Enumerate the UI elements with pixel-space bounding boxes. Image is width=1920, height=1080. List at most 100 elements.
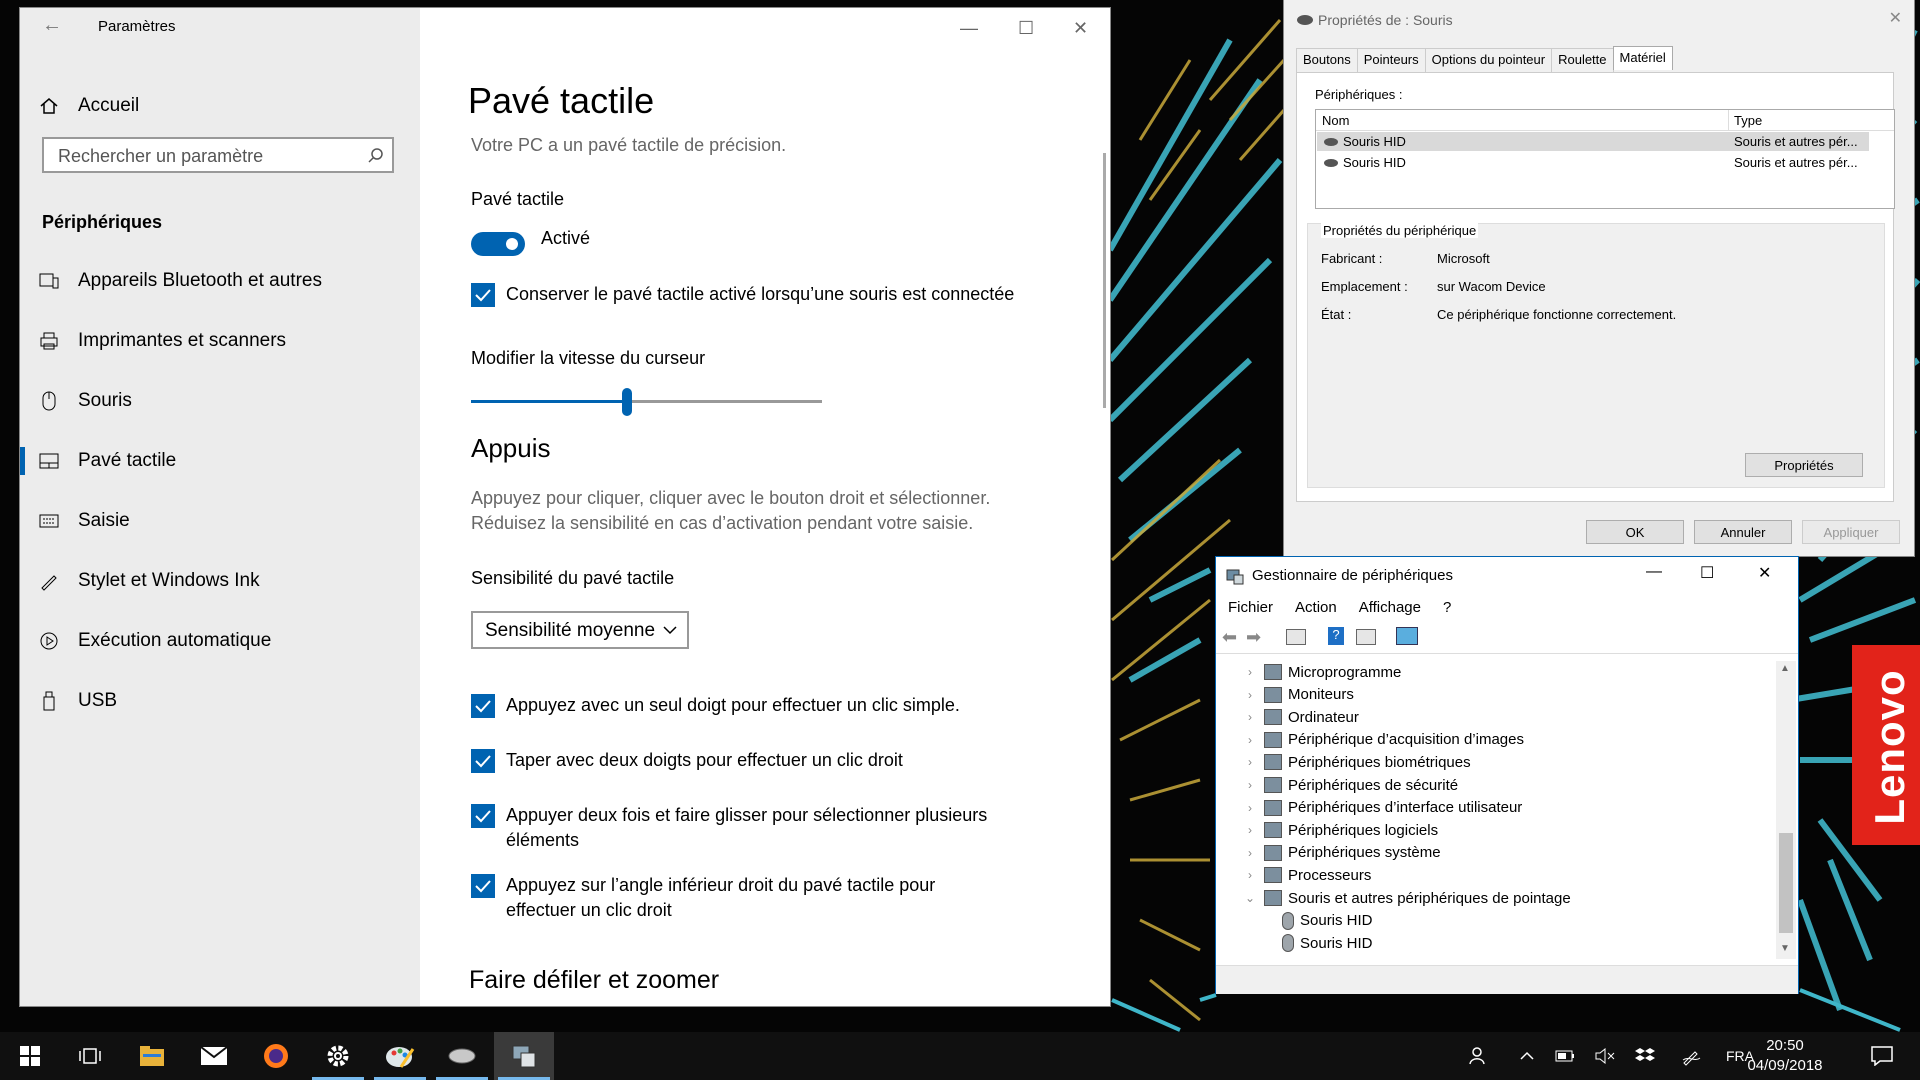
dropbox-icon[interactable]: [1630, 1032, 1660, 1080]
sidebar-item-autoplay[interactable]: Exécution automatique: [38, 621, 271, 661]
sidebar-item-mouse[interactable]: Souris: [38, 381, 132, 421]
close-button[interactable]: ✕: [1758, 563, 1771, 583]
clock[interactable]: 20:50 04/09/2018: [1740, 1036, 1830, 1076]
menu-view[interactable]: Affichage: [1359, 599, 1421, 616]
maximize-button[interactable]: ☐: [1700, 563, 1714, 583]
back-arrow-icon[interactable]: ←: [42, 14, 62, 37]
mouse-properties-taskbar-button[interactable]: [432, 1032, 492, 1080]
chevron-right-icon[interactable]: ›: [1242, 733, 1258, 747]
close-button[interactable]: ✕: [1889, 8, 1902, 28]
properties-icon[interactable]: [1356, 629, 1376, 645]
chevron-right-icon[interactable]: ›: [1242, 665, 1258, 679]
table-row[interactable]: Souris HID Souris et autres pér...: [1317, 132, 1869, 151]
sidebar-item-bluetooth[interactable]: Appareils Bluetooth et autres: [38, 261, 322, 301]
help-icon[interactable]: ?: [1328, 627, 1344, 645]
sidebar-item-pen[interactable]: Stylet et Windows Ink: [38, 561, 260, 601]
show-hide-tree-icon[interactable]: [1286, 629, 1306, 645]
sidebar-item-typing[interactable]: Saisie: [38, 501, 130, 541]
tap-option-checkbox[interactable]: [471, 749, 495, 773]
ok-button[interactable]: OK: [1586, 520, 1684, 544]
nav-home[interactable]: Accueil: [38, 86, 139, 126]
tree-label: Processeurs: [1288, 866, 1372, 884]
device-category[interactable]: › Périphériques de sécurité: [1242, 774, 1458, 796]
apply-button[interactable]: Appliquer: [1802, 520, 1900, 544]
tap-option-checkbox[interactable]: [471, 694, 495, 718]
device-category[interactable]: › Ordinateur: [1242, 706, 1359, 728]
tab-hardware[interactable]: Matériel: [1612, 46, 1673, 70]
sidebar-item-printers[interactable]: Imprimantes et scanners: [38, 321, 286, 361]
menu-help[interactable]: ?: [1443, 599, 1451, 616]
keep-on-checkbox[interactable]: [471, 283, 495, 307]
device-manager-taskbar-button[interactable]: [494, 1032, 554, 1080]
search-icon: [368, 147, 384, 168]
touchpad-toggle[interactable]: [471, 232, 525, 256]
device-category[interactable]: › Moniteurs: [1242, 684, 1354, 706]
device-category[interactable]: › Périphérique d’acquisition d’images: [1242, 729, 1524, 751]
scroll-down-icon[interactable]: ▼: [1780, 943, 1790, 954]
scrollbar[interactable]: [1103, 153, 1106, 408]
people-icon[interactable]: [1462, 1032, 1496, 1080]
group-title: Propriétés du périphérique: [1321, 223, 1479, 238]
device-category[interactable]: › Processeurs: [1242, 864, 1371, 886]
device-category[interactable]: › Microprogramme: [1242, 661, 1401, 683]
device-category[interactable]: › Périphériques système: [1242, 842, 1441, 864]
checkmark-icon: [475, 755, 491, 768]
device-properties-button[interactable]: Propriétés: [1745, 453, 1863, 477]
scroll-thumb[interactable]: [1779, 833, 1793, 933]
sidebar-item-touchpad[interactable]: Pavé tactile: [38, 441, 176, 481]
paint-taskbar-button[interactable]: [370, 1032, 430, 1080]
column-header[interactable]: Nom: [1322, 113, 1349, 128]
column-header[interactable]: Type: [1734, 113, 1762, 128]
chevron-right-icon[interactable]: ›: [1242, 801, 1258, 815]
tab-buttons[interactable]: Boutons: [1296, 48, 1358, 72]
scan-hardware-icon[interactable]: [1396, 627, 1418, 645]
chevron-right-icon[interactable]: ›: [1242, 755, 1258, 769]
chevron-right-icon[interactable]: ›: [1242, 846, 1258, 860]
sidebar-item-usb[interactable]: USB: [38, 681, 117, 721]
device-category[interactable]: ⌄ Souris et autres périphériques de point…: [1242, 887, 1571, 909]
mouse-properties-dialog: Propriétés de : Souris ✕ Boutons Pointeu…: [1284, 0, 1914, 556]
device-category[interactable]: › Périphériques logiciels: [1242, 819, 1438, 841]
chevron-right-icon[interactable]: ›: [1242, 778, 1258, 792]
sensitivity-dropdown[interactable]: Sensibilité moyenne: [471, 611, 689, 649]
chevron-up-icon[interactable]: [1512, 1032, 1542, 1080]
device-item[interactable]: Souris HID: [1276, 932, 1373, 954]
chevron-right-icon[interactable]: ›: [1242, 868, 1258, 882]
chevron-down-icon[interactable]: ⌄: [1242, 891, 1258, 905]
device-category[interactable]: › Périphériques biométriques: [1242, 751, 1471, 773]
cancel-button[interactable]: Annuler: [1694, 520, 1792, 544]
device-category[interactable]: › Périphériques d’interface utilisateur: [1242, 797, 1522, 819]
device-item[interactable]: Souris HID: [1276, 910, 1373, 932]
table-row[interactable]: Souris HID Souris et autres pér...: [1317, 153, 1869, 172]
cursor-speed-slider[interactable]: [622, 388, 632, 416]
search-input[interactable]: Rechercher un paramètre: [42, 137, 394, 173]
scroll-up-icon[interactable]: ▲: [1780, 663, 1790, 674]
settings-taskbar-button[interactable]: [308, 1032, 368, 1080]
scrollbar[interactable]: ▲ ▼: [1776, 661, 1796, 959]
tap-option-checkbox[interactable]: [471, 874, 495, 898]
tab-pointer-options[interactable]: Options du pointeur: [1424, 48, 1553, 72]
bluetooth-devices-icon: [38, 270, 60, 292]
mail-button[interactable]: [184, 1032, 244, 1080]
file-explorer-button[interactable]: [122, 1032, 182, 1080]
firefox-icon: [264, 1044, 288, 1068]
action-center-icon[interactable]: [1862, 1032, 1902, 1080]
tab-wheel[interactable]: Roulette: [1551, 48, 1614, 72]
start-button[interactable]: [0, 1032, 60, 1080]
chevron-right-icon[interactable]: ›: [1242, 823, 1258, 837]
menu-file[interactable]: Fichier: [1228, 599, 1273, 616]
menu-action[interactable]: Action: [1295, 599, 1337, 616]
firefox-button[interactable]: [246, 1032, 306, 1080]
tap-option-checkbox[interactable]: [471, 804, 495, 828]
chevron-right-icon[interactable]: ›: [1242, 710, 1258, 724]
chevron-right-icon[interactable]: ›: [1242, 688, 1258, 702]
cursor-speed-track[interactable]: [627, 400, 822, 403]
pen-workspace-icon[interactable]: [1676, 1032, 1706, 1080]
tab-pointers[interactable]: Pointeurs: [1356, 48, 1426, 72]
volume-muted-icon[interactable]: [1590, 1032, 1620, 1080]
back-icon[interactable]: ⬅: [1222, 627, 1237, 648]
task-view-button[interactable]: [60, 1032, 120, 1080]
forward-icon[interactable]: ➡: [1246, 627, 1261, 648]
minimize-button[interactable]: —: [1646, 563, 1662, 581]
battery-icon[interactable]: [1550, 1032, 1580, 1080]
